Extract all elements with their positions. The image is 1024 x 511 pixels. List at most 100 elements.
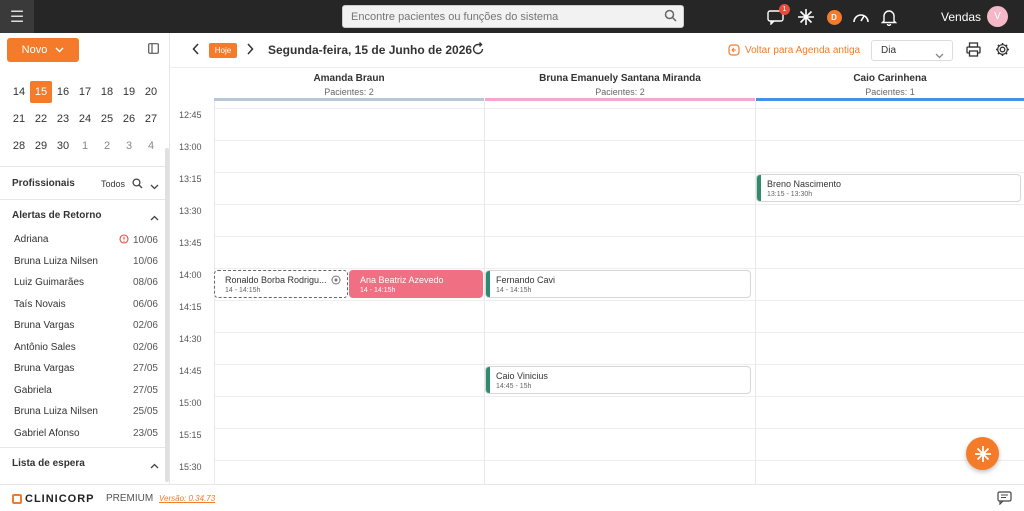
collapse-sidebar-icon[interactable] xyxy=(148,43,159,57)
hamburger-menu-button[interactable]: ☰ xyxy=(0,0,34,33)
calendar-day[interactable]: 26 xyxy=(118,108,140,130)
calendar-day[interactable]: 18 xyxy=(96,81,118,103)
alert-item[interactable]: Bruna Vargas 02/06 xyxy=(14,320,158,331)
calendar-day[interactable]: 17 xyxy=(74,81,96,103)
professional-column-header[interactable]: Caio Carinhena Pacientes: 1 xyxy=(756,68,1024,101)
sparkle-button[interactable] xyxy=(795,6,817,28)
record-button[interactable]: D xyxy=(823,6,845,28)
calendar-day[interactable]: 28 xyxy=(8,135,30,157)
alert-item[interactable]: Bruna Luiza Nilsen 10/06 xyxy=(14,256,158,267)
appointment-card[interactable]: Breno Nascimento 13:15 - 13:30h xyxy=(756,174,1021,202)
assistant-fab-button[interactable] xyxy=(966,437,999,470)
version-link[interactable]: Versão: 0.34.73 xyxy=(159,494,215,503)
time-label: 15:00 xyxy=(179,398,202,408)
time-gridline xyxy=(214,300,1024,301)
calendar-day[interactable]: 1 xyxy=(74,135,96,157)
calendar-day[interactable]: 2 xyxy=(96,135,118,157)
calendar-toolbar: Hoje Segunda-feira, 15 de Junho de 2026 … xyxy=(170,33,1024,68)
alert-item[interactable]: Luiz Guimarães 08/06 xyxy=(14,277,158,288)
chevron-up-icon[interactable] xyxy=(150,460,159,472)
alert-date: 27/05 xyxy=(132,363,158,374)
calendar-day[interactable]: 30 xyxy=(52,135,74,157)
chat-icon[interactable] xyxy=(997,491,1012,508)
chevron-down-icon[interactable] xyxy=(150,181,159,193)
calendar-day[interactable]: 15 xyxy=(30,81,52,103)
calendar-day[interactable]: 25 xyxy=(96,108,118,130)
appointment-time: 14:45 - 15h xyxy=(496,383,532,390)
profissionais-title[interactable]: Profissionais xyxy=(12,178,75,189)
user-name[interactable]: Vendas xyxy=(941,10,981,24)
calendar-day[interactable]: 24 xyxy=(74,108,96,130)
alert-patient-name: Gabriel Afonso xyxy=(14,427,80,439)
info-icon[interactable] xyxy=(331,275,341,288)
alert-patient-name: Gabriela xyxy=(14,384,52,396)
calendar-day[interactable]: 16 xyxy=(52,81,74,103)
date-title: Segunda-feira, 15 de Junho de 2026 xyxy=(268,43,473,57)
calendar-day[interactable]: 19 xyxy=(118,81,140,103)
next-day-button[interactable] xyxy=(246,43,254,58)
calendar-day[interactable]: 27 xyxy=(140,108,162,130)
calendar-day[interactable]: 14 xyxy=(8,81,30,103)
schedule-grid[interactable]: 12:45 13:00 13:15 13:30 13:45 14:00 14:15 14:30… xyxy=(170,101,1024,484)
appointment-card[interactable]: Fernando Cavi 14 - 14:15h xyxy=(485,270,751,298)
alert-item[interactable]: Antônio Sales 02/06 xyxy=(14,342,158,353)
alert-date-wrap: 06/06 xyxy=(133,299,158,310)
professional-name: Amanda Braun xyxy=(313,73,385,84)
profissionais-filter[interactable]: Todos xyxy=(101,179,125,189)
alert-item[interactable]: Bruna Vargas 27/05 xyxy=(14,363,158,374)
appointment-card[interactable]: Ana Beatriz Azevedo 14 - 14:15h xyxy=(349,270,483,298)
view-select[interactable]: Dia xyxy=(871,40,953,61)
alert-item[interactable]: Gabriela 27/05 xyxy=(14,385,158,396)
sparkle-icon xyxy=(798,9,814,25)
time-gridline xyxy=(214,172,1024,173)
sidebar-scrollbar[interactable] xyxy=(165,148,169,482)
search-icon[interactable] xyxy=(132,178,143,192)
patient-count: Pacientes: 1 xyxy=(865,87,915,97)
today-button[interactable]: Hoje xyxy=(209,43,237,58)
calendar-day[interactable]: 29 xyxy=(30,135,52,157)
alert-item[interactable]: Bruna Luiza Nilsen 25/05 xyxy=(14,406,158,417)
professional-column-header[interactable]: Amanda Braun Pacientes: 2 xyxy=(214,68,484,101)
time-label: 13:30 xyxy=(179,206,202,216)
appointment-card[interactable]: Caio Vinicius 14:45 - 15h xyxy=(485,366,751,394)
calendar-day[interactable]: 4 xyxy=(140,135,162,157)
alertas-title[interactable]: Alertas de Retorno xyxy=(12,210,101,221)
calendar-day[interactable]: 23 xyxy=(52,108,74,130)
calendar-day[interactable]: 3 xyxy=(118,135,140,157)
appointment-card[interactable]: Ronaldo Borba Rodrigu... 14 - 14:15h xyxy=(214,270,348,298)
time-label: 13:00 xyxy=(179,142,202,152)
view-select-value: Dia xyxy=(881,45,897,56)
alert-patient-name: Bruna Vargas xyxy=(14,320,75,331)
calendar-day[interactable]: 22 xyxy=(30,108,52,130)
alert-date: 10/06 xyxy=(132,235,158,246)
alert-item[interactable]: Taís Novais 06/06 xyxy=(14,299,158,310)
speedometer-button[interactable] xyxy=(850,6,872,28)
professional-column-header[interactable]: Bruna Emanuely Santana Miranda Pacientes:… xyxy=(485,68,755,101)
appointment-status-stripe xyxy=(486,367,490,393)
alert-date: 10/06 xyxy=(132,255,158,267)
avatar[interactable]: V xyxy=(987,6,1008,27)
search-box[interactable] xyxy=(342,5,684,28)
chevron-down-icon xyxy=(55,47,64,53)
prev-day-button[interactable] xyxy=(192,43,200,58)
patient-count: Pacientes: 2 xyxy=(324,87,374,97)
chevron-up-icon[interactable] xyxy=(150,212,159,224)
print-icon[interactable] xyxy=(966,42,981,60)
alert-date: 02/06 xyxy=(132,320,158,331)
chat-notifications-button[interactable]: 1 xyxy=(765,4,790,28)
refresh-icon[interactable] xyxy=(471,42,485,59)
new-button[interactable]: Novo xyxy=(7,38,79,62)
column-divider xyxy=(755,101,756,484)
alert-patient-name: Bruna Luiza Nilsen xyxy=(14,406,98,417)
search-input[interactable] xyxy=(343,6,643,27)
espera-title[interactable]: Lista de espera xyxy=(12,458,85,469)
alert-item[interactable]: Adriana 10/06 xyxy=(14,234,158,246)
calendar-day[interactable]: 21 xyxy=(8,108,30,130)
notifications-button[interactable] xyxy=(878,6,900,28)
time-label: 14:15 xyxy=(179,302,202,312)
search-icon[interactable] xyxy=(664,9,677,25)
calendar-day[interactable]: 20 xyxy=(140,81,162,103)
alert-item[interactable]: Gabriel Afonso 23/05 xyxy=(14,428,158,439)
back-to-old-agenda-link[interactable]: Voltar para Agenda antiga xyxy=(728,44,860,56)
gear-icon[interactable] xyxy=(995,42,1010,60)
